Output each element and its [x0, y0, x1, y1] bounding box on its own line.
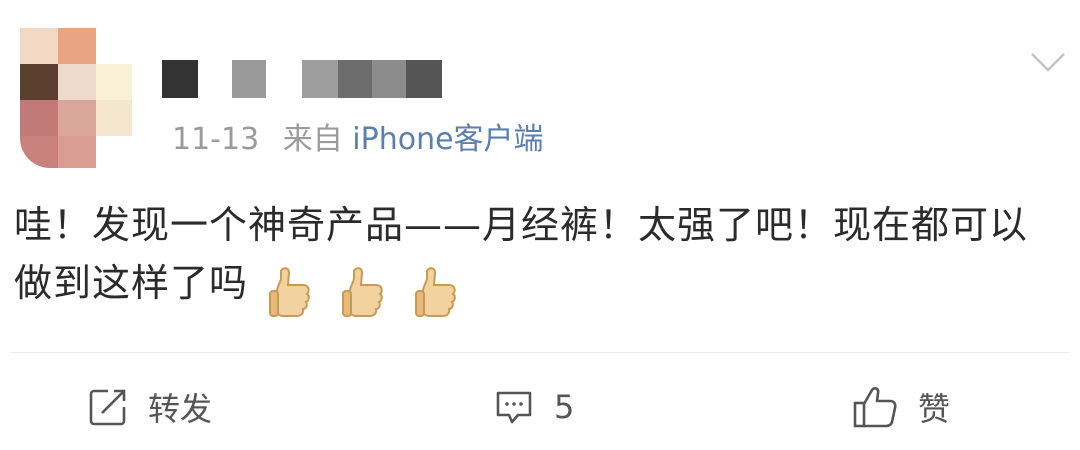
weibo-post-card: 11-13 来自 iPhone客户端 哇！发现一个神奇产品——月经裤！太强了吧！… [0, 0, 1080, 450]
comment-icon [496, 391, 532, 424]
action-bar: 转发 5 赞 [0, 372, 1080, 442]
comment-button[interactable]: 5 [494, 372, 574, 442]
emoji-group [267, 260, 473, 319]
like-icon [853, 387, 897, 428]
comment-count: 5 [554, 388, 575, 426]
repost-label: 转发 [148, 390, 213, 428]
avatar[interactable] [20, 28, 132, 168]
post-meta: 11-13 来自 iPhone客户端 [172, 120, 544, 160]
repost-button[interactable]: 转发 [88, 372, 212, 442]
post-content: 哇！发现一个神奇产品——月经裤！太强了吧！现在都可以做到这样了吗 [14, 196, 1064, 319]
like-button[interactable]: 赞 [852, 372, 950, 442]
thumbs-up-icon [269, 266, 310, 317]
username-censored[interactable] [162, 60, 462, 98]
chevron-down-icon[interactable] [1030, 50, 1066, 74]
post-text: 哇！发现一个神奇产品——月经裤！太强了吧！现在都可以做到这样了吗 [14, 203, 1029, 305]
repost-icon [89, 389, 126, 426]
post-source-link[interactable]: iPhone客户端 [352, 122, 543, 157]
thumbs-up-icon [342, 266, 383, 317]
like-label: 赞 [918, 390, 951, 428]
divider [10, 352, 1070, 353]
post-timestamp: 11-13 [172, 122, 260, 157]
thumbs-up-icon [415, 266, 457, 317]
source-prefix: 来自 [282, 122, 343, 157]
